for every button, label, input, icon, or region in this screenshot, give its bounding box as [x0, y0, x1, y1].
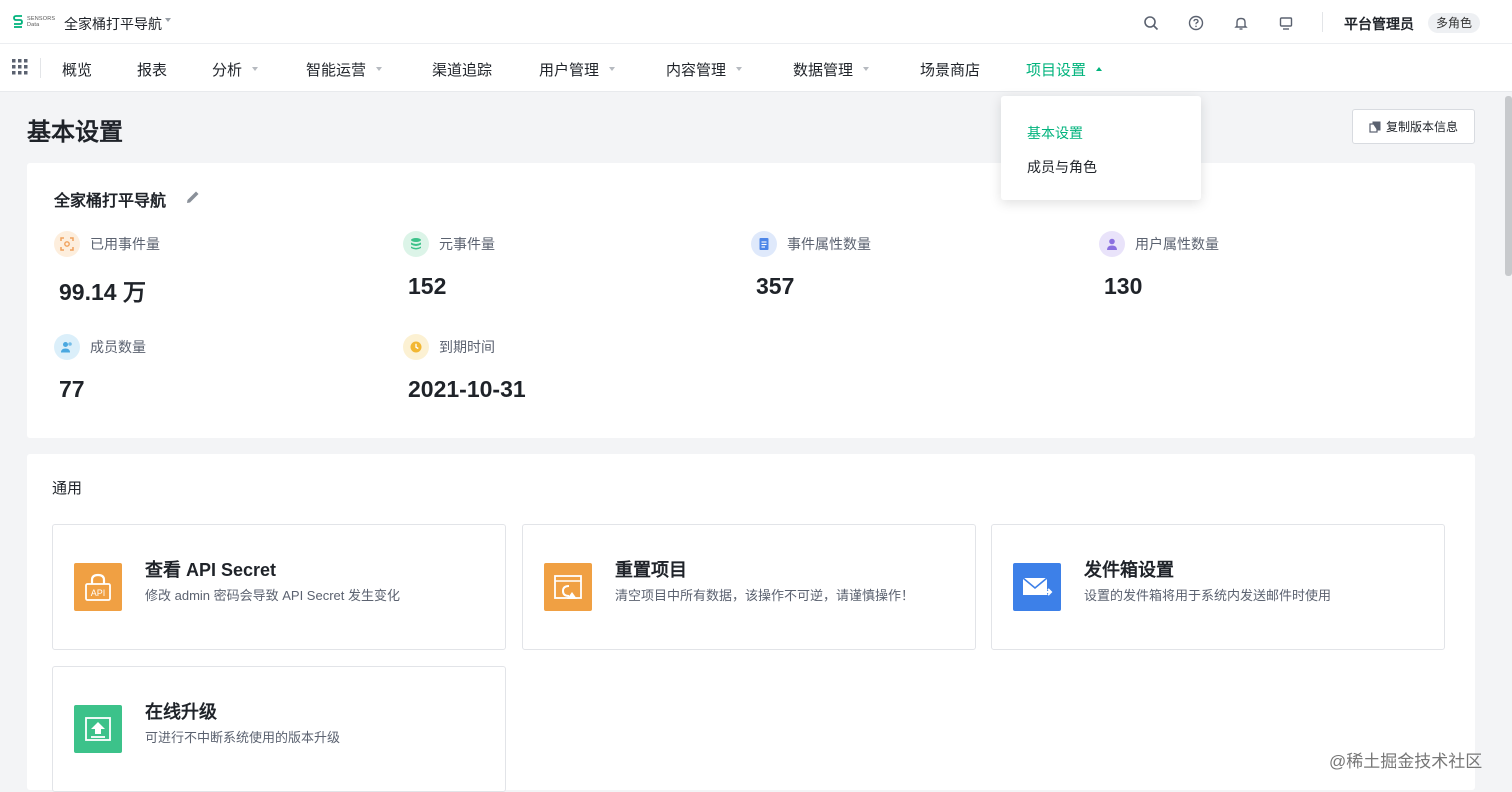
chevron-down-icon	[863, 67, 870, 72]
stat-label: 已用事件量	[90, 236, 160, 252]
copy-icon	[1369, 121, 1381, 133]
stat-label: 到期时间	[439, 339, 495, 355]
general-settings-card: 通用 API 查看 API Secret 修改 admin 密码会导致 API …	[27, 454, 1475, 792]
reset-icon	[544, 563, 592, 611]
logo-icon	[13, 15, 23, 28]
logo-text: SENSORS Data	[27, 16, 56, 28]
dropdown-item-basic-settings[interactable]: 基本设置	[1027, 123, 1083, 143]
nav-item-project-settings[interactable]: 项目设置	[1026, 59, 1103, 80]
svg-text:API: API	[91, 588, 106, 598]
stat-label: 元事件量	[439, 236, 495, 252]
nav-item-content-management[interactable]: 内容管理	[666, 59, 743, 80]
divider	[40, 58, 41, 78]
stat-label: 用户属性数量	[1135, 236, 1219, 252]
project-settings-dropdown: 基本设置 成员与角色	[1001, 96, 1201, 200]
chevron-down-icon[interactable]	[165, 18, 171, 22]
chevron-down-icon	[376, 67, 383, 72]
role-badge[interactable]: 多角色	[1428, 13, 1481, 33]
stat-value: 130	[1104, 273, 1143, 299]
stat-used-events: 已用事件量 99.14 万	[54, 231, 354, 307]
tile-description: 设置的发件箱将用于系统内发送邮件时使用	[1084, 588, 1332, 603]
user-icon	[1099, 231, 1125, 257]
help-icon[interactable]	[1185, 12, 1207, 34]
stat-value: 77	[59, 376, 85, 402]
members-icon	[54, 334, 80, 360]
search-icon[interactable]	[1140, 12, 1162, 34]
divider	[1322, 12, 1323, 32]
stat-value: 99.14 万	[59, 279, 146, 305]
user-name[interactable]: 平台管理员	[1344, 14, 1414, 34]
tile-title: 查看 API Secret	[145, 560, 277, 580]
edit-icon[interactable]	[185, 189, 201, 205]
section-title: 通用	[52, 480, 83, 497]
project-title: 全家桶打平导航	[54, 193, 167, 210]
project-info-card: 全家桶打平导航 已用事件量 99.14 万 元事件量 152 事件属性数量 35…	[27, 163, 1475, 438]
tile-description: 清空项目中所有数据，该操作不可逆，请谨慎操作！	[615, 588, 915, 603]
nav-item-channel-tracking[interactable]: 渠道追踪	[432, 59, 492, 80]
outbox-settings-tile[interactable]: 发件箱设置 设置的发件箱将用于系统内发送邮件时使用	[991, 524, 1445, 650]
nav-item-reports[interactable]: 报表	[137, 59, 167, 80]
reset-project-tile[interactable]: 重置项目 清空项目中所有数据，该操作不可逆，请谨慎操作！	[522, 524, 976, 650]
tile-title: 发件箱设置	[1084, 560, 1174, 580]
document-icon	[751, 231, 777, 257]
tile-title: 在线升级	[145, 702, 217, 722]
api-secret-tile[interactable]: API 查看 API Secret 修改 admin 密码会导致 API Sec…	[52, 524, 506, 650]
scrollbar[interactable]	[1505, 96, 1512, 276]
project-switcher[interactable]: 全家桶打平导航	[64, 14, 162, 34]
online-upgrade-tile[interactable]: 在线升级 可进行不中断系统使用的版本升级	[52, 666, 506, 792]
chevron-down-icon	[609, 67, 616, 72]
monitor-icon[interactable]	[1275, 12, 1297, 34]
chevron-down-icon	[736, 67, 743, 72]
upgrade-icon	[74, 705, 122, 753]
stat-value: 2021-10-31	[408, 376, 526, 402]
bell-icon[interactable]	[1230, 12, 1252, 34]
nav-item-scene-store[interactable]: 场景商店	[920, 59, 980, 80]
clock-icon	[403, 334, 429, 360]
page-title: 基本设置	[27, 119, 123, 146]
tile-description: 可进行不中断系统使用的版本升级	[145, 730, 341, 745]
stat-value: 357	[756, 273, 795, 299]
nav-item-user-management[interactable]: 用户管理	[539, 59, 616, 80]
nav-item-analysis[interactable]: 分析	[212, 59, 259, 80]
chevron-down-icon	[252, 67, 259, 72]
stat-event-properties: 事件属性数量 357	[751, 231, 1051, 300]
stat-meta-events: 元事件量 152	[403, 231, 703, 300]
sensors-data-logo[interactable]: SENSORS Data	[12, 14, 55, 30]
watermark-text: @稀土掘金技术社区	[1329, 752, 1483, 771]
tile-description: 修改 admin 密码会导致 API Secret 发生变化	[145, 588, 400, 603]
top-bar: SENSORS Data 全家桶打平导航 平台管理员 多角色	[0, 0, 1512, 44]
apps-grid-icon[interactable]	[12, 59, 28, 75]
copy-version-info-button[interactable]: 复制版本信息	[1352, 109, 1475, 144]
scan-icon	[54, 231, 80, 257]
nav-item-data-management[interactable]: 数据管理	[793, 59, 870, 80]
stat-members: 成员数量 77	[54, 334, 354, 403]
nav-item-overview[interactable]: 概览	[62, 59, 92, 80]
stat-label: 成员数量	[90, 339, 146, 355]
stat-value: 152	[408, 273, 447, 299]
stat-user-properties: 用户属性数量 130	[1099, 231, 1399, 300]
tile-title: 重置项目	[615, 560, 687, 580]
chevron-up-icon	[1096, 67, 1103, 72]
stat-label: 事件属性数量	[787, 236, 871, 252]
nav-item-smart-ops[interactable]: 智能运营	[306, 59, 383, 80]
stat-expiry-date: 到期时间 2021-10-31	[403, 334, 703, 403]
database-icon	[403, 231, 429, 257]
mail-icon	[1013, 563, 1061, 611]
api-lock-icon: API	[74, 563, 122, 611]
dropdown-item-members-roles[interactable]: 成员与角色	[1027, 157, 1097, 177]
main-nav: 概览 报表 分析 智能运营 渠道追踪 用户管理 内容管理 数据管理 场景商店 项…	[0, 44, 1512, 92]
